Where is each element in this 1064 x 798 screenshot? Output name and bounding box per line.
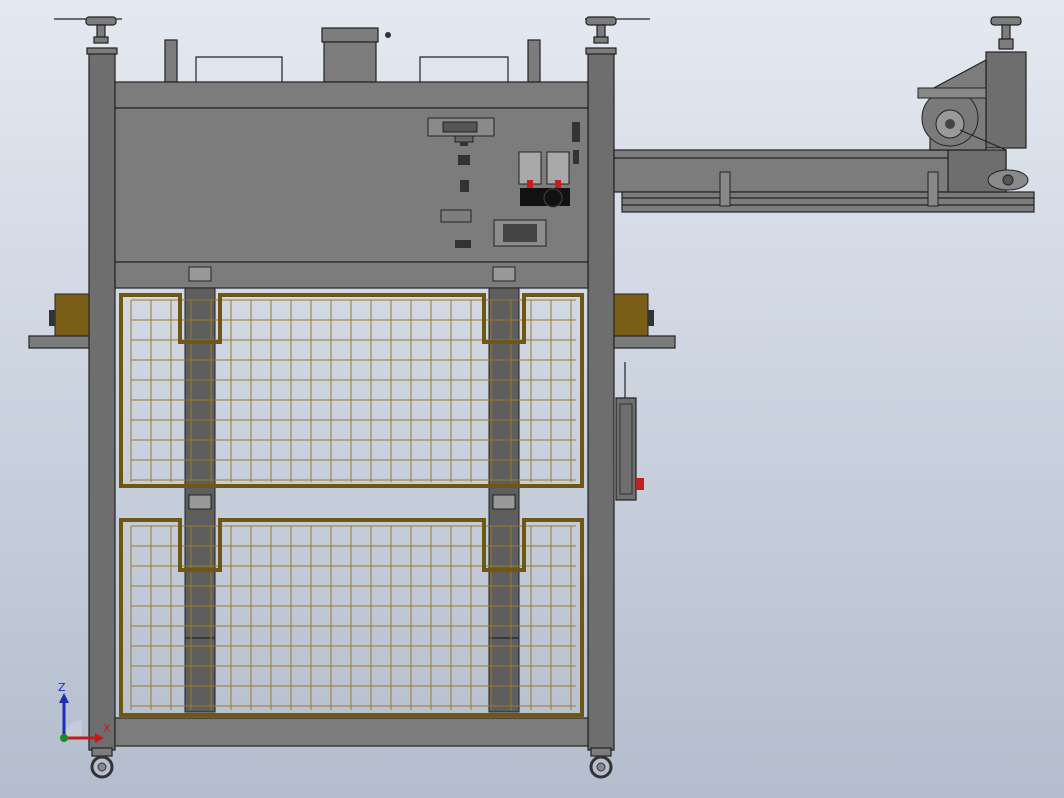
- leveling-foot-right: [585, 16, 650, 44]
- triad-x-label: X: [103, 722, 111, 735]
- stop-button[interactable]: [636, 478, 644, 490]
- side-control-box: [615, 362, 644, 501]
- right-side-bracket: [613, 293, 676, 349]
- triad-z-label: Z: [58, 681, 66, 694]
- right-post: [587, 51, 615, 751]
- left-side-bracket: [28, 293, 90, 349]
- guide-rails: [184, 266, 520, 713]
- caster-right: [589, 747, 613, 779]
- solenoid-block: [493, 219, 547, 247]
- cad-viewport[interactable]: Z X: [0, 0, 1064, 798]
- top-beam: [114, 81, 589, 109]
- motor-assembly: [917, 51, 1027, 151]
- top-fittings: [164, 27, 541, 83]
- caster-left: [90, 747, 114, 779]
- bottom-beam: [114, 717, 589, 747]
- leveling-foot-far-right: [990, 16, 1022, 50]
- mid-beam: [114, 261, 589, 289]
- leveling-foot-left: [54, 16, 122, 44]
- machine-drawing: Z X: [28, 16, 1035, 779]
- conveyor-arm: [613, 149, 1035, 213]
- left-post: [88, 51, 116, 751]
